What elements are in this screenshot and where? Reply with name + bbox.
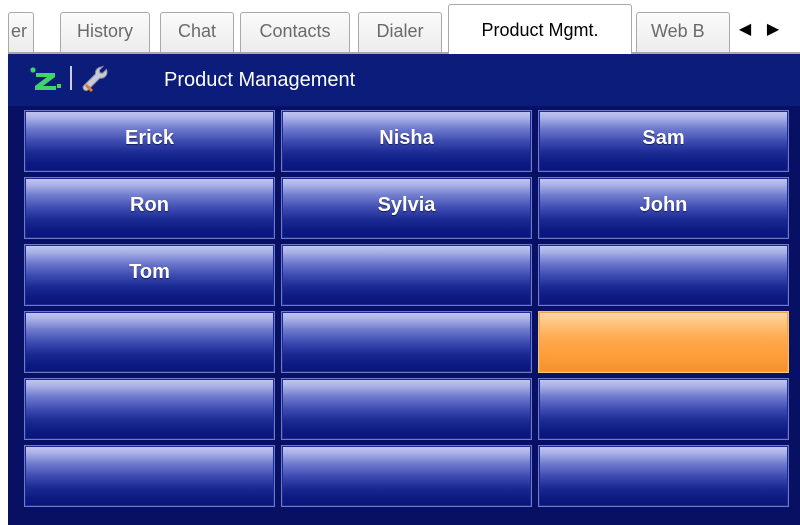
grid-button-empty[interactable] [281, 445, 532, 507]
panel-header: Product Management [8, 54, 800, 106]
grid-button-highlighted[interactable] [538, 311, 789, 373]
tab-scroll-left-button[interactable]: ◀ [736, 18, 754, 42]
header-separator [70, 66, 72, 90]
grid-button[interactable]: Tom [24, 244, 275, 306]
grid-button[interactable]: Erick [24, 110, 275, 172]
tab-partial-left[interactable]: er [8, 12, 34, 52]
grid-button-empty[interactable] [281, 311, 532, 373]
tab-dialer[interactable]: Dialer [358, 12, 442, 52]
grid-button[interactable]: Sam [538, 110, 789, 172]
tab-history[interactable]: History [60, 12, 150, 52]
wrench-icon[interactable] [80, 64, 110, 94]
grid-button[interactable]: Sylvia [281, 177, 532, 239]
app-window: er History Chat Contacts Dialer Product … [0, 0, 800, 525]
tab-product-mgmt[interactable]: Product Mgmt. [448, 4, 632, 54]
tab-web-browser-partial[interactable]: Web B [636, 12, 730, 52]
contact-button-grid: Erick Nisha Sam Ron Sylvia John Tom [24, 110, 791, 507]
z-logo-icon[interactable] [28, 66, 62, 92]
tab-chat[interactable]: Chat [160, 12, 234, 52]
grid-button-empty[interactable] [538, 244, 789, 306]
tab-scroll-right-button[interactable]: ▶ [764, 18, 782, 42]
grid-button[interactable]: John [538, 177, 789, 239]
grid-button[interactable]: Nisha [281, 110, 532, 172]
panel-title: Product Management [164, 69, 356, 91]
grid-button-empty[interactable] [281, 378, 532, 440]
grid-button-empty[interactable] [538, 378, 789, 440]
grid-button-empty[interactable] [24, 311, 275, 373]
grid-button[interactable]: Ron [24, 177, 275, 239]
tab-contacts[interactable]: Contacts [240, 12, 350, 52]
tab-strip: er History Chat Contacts Dialer Product … [8, 0, 800, 54]
grid-button-empty[interactable] [24, 445, 275, 507]
product-management-panel: Product Management Erick Nisha Sam Ron S… [8, 54, 800, 525]
grid-button-empty[interactable] [24, 378, 275, 440]
grid-button-empty[interactable] [538, 445, 789, 507]
grid-button-empty[interactable] [281, 244, 532, 306]
